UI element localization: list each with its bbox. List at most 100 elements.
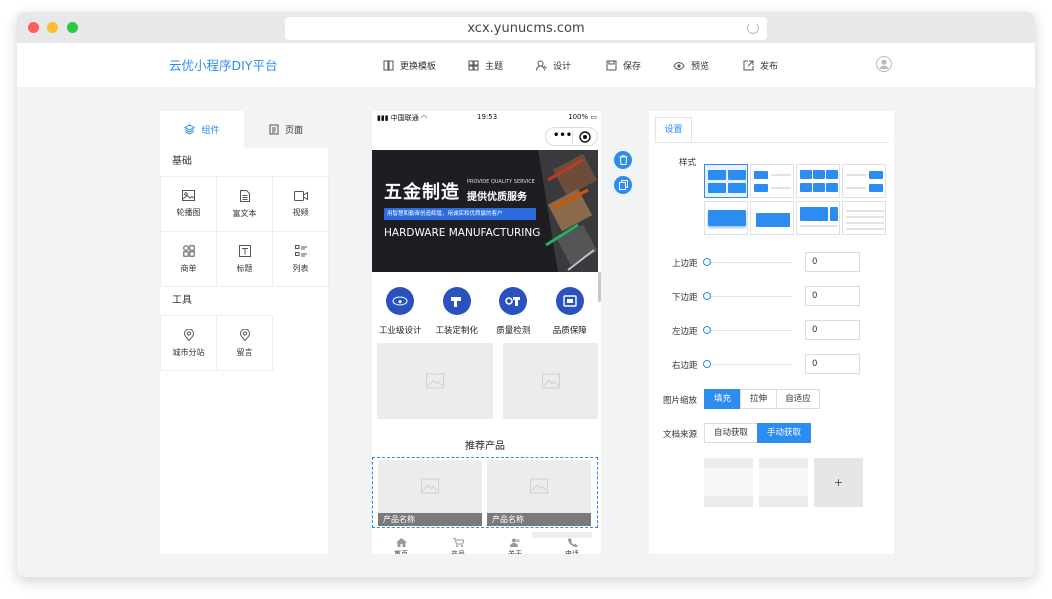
copy-component-button[interactable] <box>614 176 632 194</box>
component-video[interactable]: 视频 <box>273 177 329 232</box>
style-option-list-left[interactable] <box>750 164 794 198</box>
margin-top-slider[interactable] <box>707 262 792 263</box>
close-window-button[interactable] <box>28 22 39 33</box>
component-message[interactable]: 留言 <box>217 316 273 371</box>
section-title-tools: 工具 <box>172 295 192 306</box>
component-product-list[interactable]: 商单 <box>161 232 217 287</box>
feature-item[interactable]: ◆ 工业级设计 <box>372 287 429 336</box>
address-bar[interactable]: xcx.yunucms.com <box>285 17 767 40</box>
browser-chrome: xcx.yunucms.com <box>17 12 1035 43</box>
product-card[interactable]: 产品名称 <box>487 460 591 526</box>
selected-product-block[interactable]: 产品名称 产品名称 <box>372 457 598 528</box>
carousel-indicators[interactable] <box>477 261 493 272</box>
source-manual-button[interactable]: 手动获取 <box>757 423 811 443</box>
settings-panel: 设置 样式 上边距 0 下边距 0 左边距 0 右边距 0 图片缩放 填充 拉伸… <box>649 111 894 554</box>
scale-fill-button[interactable]: 填充 <box>704 389 741 409</box>
style-option-grid-3[interactable] <box>796 164 840 198</box>
publish-icon <box>743 60 754 70</box>
feature-item[interactable]: 质量检测 <box>485 287 542 336</box>
margin-bottom-label: 下边距 <box>672 293 698 303</box>
style-option-card-text[interactable] <box>796 201 840 235</box>
source-auto-button[interactable]: 自动获取 <box>704 423 758 443</box>
style-label: 样式 <box>679 158 697 168</box>
product-card[interactable]: 产品名称 <box>378 460 482 526</box>
drill-icon <box>450 297 461 307</box>
margin-bottom-input[interactable]: 0 <box>805 286 860 306</box>
nav-change-template[interactable]: 更换模板 <box>383 43 436 87</box>
image-placeholder[interactable] <box>377 343 493 419</box>
theme-icon <box>468 60 479 70</box>
tabbar-products[interactable]: 产品 <box>438 538 478 554</box>
feature-item[interactable]: 品质保障 <box>542 287 599 336</box>
tab-components[interactable]: 组件 <box>160 111 244 148</box>
component-carousel[interactable]: 轮播图 <box>161 177 217 232</box>
title-icon <box>238 244 251 257</box>
tab-settings[interactable]: 设置 <box>655 117 692 143</box>
feature-item[interactable]: 工装定制化 <box>429 287 486 336</box>
component-rich-text[interactable]: 富文本 <box>217 177 273 232</box>
phone-scrollbar[interactable] <box>598 272 601 302</box>
nav-theme[interactable]: 主题 <box>468 43 503 87</box>
nav-label: 发布 <box>760 61 779 72</box>
image-icon <box>182 190 195 201</box>
style-option-text-list[interactable] <box>842 201 886 235</box>
carousel-banner[interactable]: 五金制造 PROVIDE QUALITY SERVICE 提供优质服务 用智慧和… <box>372 150 598 272</box>
margin-left-input[interactable]: 0 <box>805 320 860 340</box>
style-option-grid-2x2[interactable] <box>704 164 748 198</box>
component-heading[interactable]: 标题 <box>217 232 273 287</box>
image-placeholder-icon <box>421 478 439 494</box>
feature-nav: ◆ 工业级设计 工装定制化 质量检测 品质保障 <box>372 287 598 336</box>
margin-top-slider-knob[interactable] <box>703 258 711 266</box>
nav-design[interactable]: 设计 <box>536 43 571 87</box>
margin-right-input[interactable]: 0 <box>805 354 860 374</box>
scale-stretch-button[interactable]: 拉伸 <box>740 389 777 409</box>
grid-icon <box>182 244 195 257</box>
tabbar-home[interactable]: 首页 <box>381 538 421 554</box>
image-placeholder[interactable] <box>503 343 598 419</box>
more-icon[interactable]: ••• <box>553 130 572 141</box>
margin-left-slider[interactable] <box>707 330 792 331</box>
battery: 100% ▭ <box>568 113 597 121</box>
home-icon <box>395 538 407 547</box>
location-icon <box>239 328 250 341</box>
nav-save[interactable]: 保存 <box>606 43 641 87</box>
component-label: 留言 <box>236 347 253 357</box>
tools-graphic <box>538 150 598 272</box>
component-list[interactable]: 列表 <box>273 232 329 287</box>
margin-top-input[interactable]: 0 <box>805 252 860 272</box>
margin-bottom-slider[interactable] <box>707 296 792 297</box>
reload-icon[interactable] <box>747 22 759 34</box>
margin-bottom-slider-knob[interactable] <box>703 292 711 300</box>
component-city-site[interactable]: 城市分站 <box>161 316 217 371</box>
miniprogram-capsule: ••• <box>545 127 598 146</box>
delete-component-button[interactable] <box>614 151 632 169</box>
close-target-icon[interactable] <box>579 131 591 143</box>
style-option-big-card[interactable] <box>704 201 748 235</box>
component-label: 商单 <box>180 263 197 273</box>
selected-image-thumb[interactable] <box>704 458 753 507</box>
user-avatar-icon[interactable] <box>876 56 892 72</box>
minimize-window-button[interactable] <box>47 22 58 33</box>
tab-pages[interactable]: 页面 <box>244 111 328 148</box>
basic-components-grid: 轮播图 富文本 视频 商单 标题 列表 <box>160 176 329 287</box>
nav-label: 设计 <box>553 61 572 72</box>
nav-preview[interactable]: 预览 <box>673 43 709 87</box>
margin-right-slider-knob[interactable] <box>703 360 711 368</box>
margin-left-slider-knob[interactable] <box>703 326 711 334</box>
tool-components-grid: 城市分站 留言 <box>160 315 273 371</box>
maximize-window-button[interactable] <box>67 22 78 33</box>
tabbar-phone[interactable]: 电话 <box>552 538 592 554</box>
add-image-button[interactable]: + <box>814 458 863 507</box>
style-option-banner[interactable] <box>750 201 794 235</box>
tabbar-about[interactable]: 关于 <box>495 538 535 554</box>
layers-icon <box>184 124 196 135</box>
nav-publish[interactable]: 发布 <box>743 43 778 87</box>
margin-right-slider[interactable] <box>707 364 792 365</box>
phone-preview: ▮▮▮ 中国联通 ◠ 19:53 100% ▭ ••• 五金制造 PROVIDE… <box>372 111 601 554</box>
style-option-list-right[interactable] <box>842 164 886 198</box>
selected-image-thumb[interactable] <box>759 458 808 507</box>
scale-adaptive-button[interactable]: 自适应 <box>776 389 820 409</box>
product-name: 产品名称 <box>487 513 591 526</box>
template-icon <box>383 60 394 70</box>
component-label: 列表 <box>292 263 309 273</box>
